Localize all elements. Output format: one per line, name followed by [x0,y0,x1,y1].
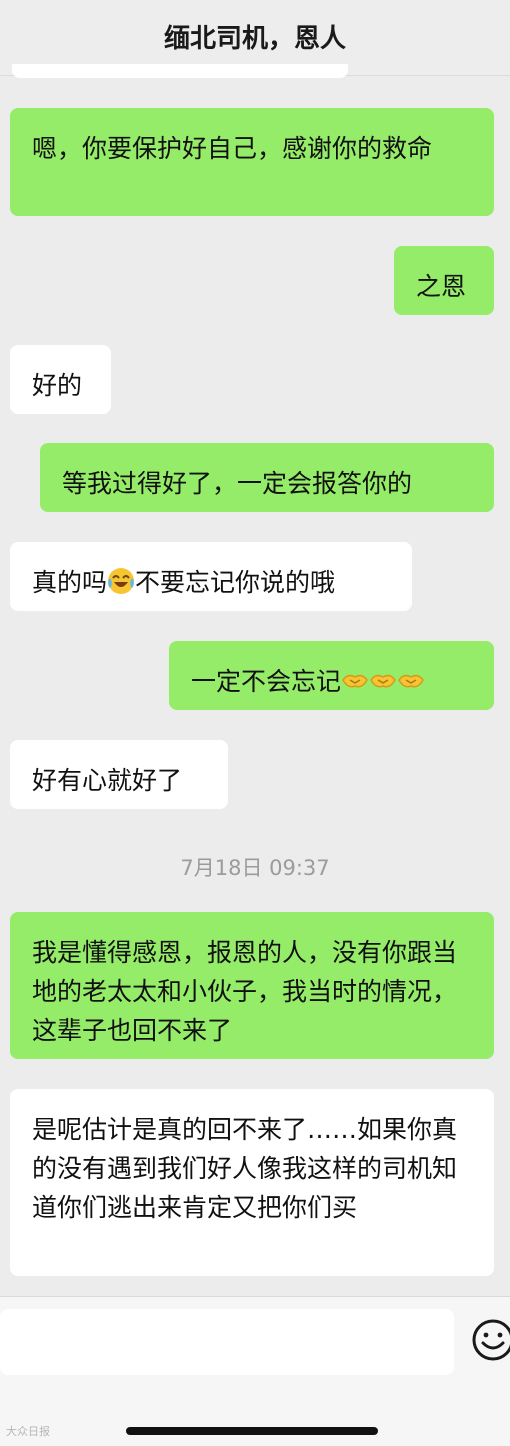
message-received[interactable]: 好有心就好了 [10,740,228,809]
message-text: 是呢估计是真的回不来了……如果你真的没有遇到我们好人像我这样的司机知道你们逃出来… [32,1115,458,1222]
smiley-face-icon [472,1319,510,1361]
message-text: 等我过得好了，一定会报答你的 [62,469,413,498]
message-sent[interactable]: 一定不会忘记 [169,641,494,710]
handshake-emoji-icon [370,674,396,688]
message-sent[interactable]: 我是懂得感恩，报恩的人，没有你跟当地的老太太和小伙子，我当时的情况，这辈子也回不… [10,912,494,1059]
chat-input-bar: 大众日报 [0,1296,510,1446]
tears-of-joy-emoji-icon [108,568,135,594]
message-text: 好的 [32,371,83,400]
previous-message-fragment [12,64,348,78]
message-input[interactable] [0,1309,454,1375]
message-sent[interactable]: 之恩 [394,246,494,315]
chat-title: 缅北司机，恩人 [163,24,346,54]
handshake-emoji-icon [342,674,368,688]
message-text: 一定不会忘记 [191,667,342,696]
message-received[interactable]: 是呢估计是真的回不来了……如果你真的没有遇到我们好人像我这样的司机知道你们逃出来… [10,1089,494,1276]
watermark: 大众日报 [6,1425,50,1438]
message-sent[interactable]: 等我过得好了，一定会报答你的 [40,443,494,512]
home-indicator [126,1427,378,1435]
message-text: 真的吗 [32,568,108,597]
message-text: 好有心就好了 [32,766,183,795]
message-text: 之恩 [416,272,467,301]
message-text: 嗯，你要保护好自己，感谢你的救命 [32,134,433,163]
message-received[interactable]: 好的 [10,345,111,414]
message-received[interactable]: 真的吗 不要忘记你说的哦 [10,542,412,611]
handshake-emoji-icon [398,674,424,688]
message-text: 我是懂得感恩，报恩的人，没有你跟当地的老太太和小伙子，我当时的情况，这辈子也回不… [32,938,458,1045]
message-timestamp: 7月18日 09:37 [180,856,330,880]
emoji-button[interactable] [470,1317,510,1363]
message-sent[interactable]: 嗯，你要保护好自己，感谢你的救命 [10,108,494,216]
message-text: 不要忘记你说的哦 [135,568,336,597]
